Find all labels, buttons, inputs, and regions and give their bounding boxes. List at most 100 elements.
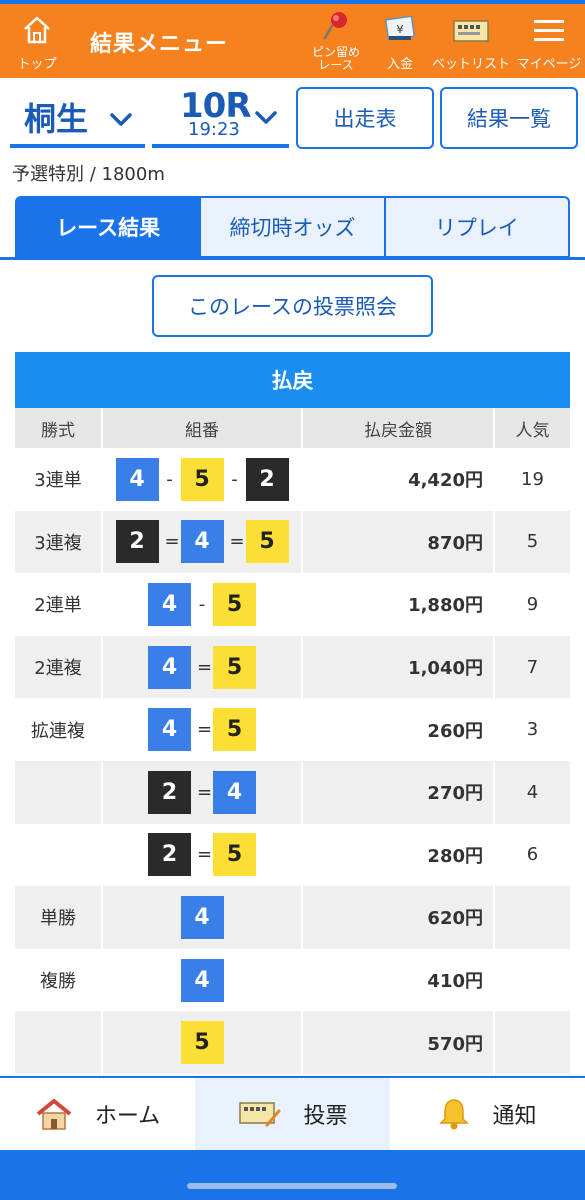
combination-separator: - [198,593,206,615]
boat-number-badge: 5 [213,708,256,752]
bet-type-cell: 2連単 [15,573,103,636]
combination-separator: = [197,719,213,741]
header-bet-type: 勝式 [15,408,103,448]
gesture-handle[interactable] [187,1183,397,1189]
vote-inquiry-button[interactable]: このレースの投票照会 [152,275,433,337]
popularity-cell [494,1011,570,1074]
header-popularity: 人気 [494,408,570,448]
popularity-cell: 4 [494,760,570,824]
combination-separator: = [197,781,213,803]
top-label: トップ [17,57,57,72]
nav-vote[interactable]: 投票 [195,1078,390,1150]
combination-numbers: 5 [103,1021,301,1065]
result-tabs: レース結果 締切時オッズ リプレイ [15,196,570,258]
tab-race-result[interactable]: レース結果 [15,196,202,258]
pin-race-button[interactable]: ピン留め レース [302,4,370,78]
bet-type-cell: 複勝 [15,948,103,1012]
combination-numbers: 2 = 5 [103,833,301,877]
payout-amount-cell: 410円 [302,948,495,1012]
payout-amount-cell: 280円 [302,823,495,887]
nav-notify[interactable]: 通知 [390,1078,585,1150]
pin-icon [323,12,347,40]
boat-number-badge: 4 [180,958,224,1002]
combination-cell: 4-5 [102,573,303,636]
payout-amount-cell: 1,040円 [302,635,495,699]
table-row: 2 = 4 270円 4 [15,760,570,824]
combination-numbers: 4 [103,958,301,1002]
home-icon [24,16,50,44]
boat-number-badge: 2 [148,833,191,877]
payout-title: 払戻 [15,352,570,408]
popularity-cell: 5 [494,510,570,574]
chevron-down-icon [110,113,132,126]
table-row: 2連複 4 = 5 1,040円 7 [15,635,570,699]
bet-list-icon [453,20,489,42]
table-row: 3連単 4-5-2 4,420円 19 [15,448,570,511]
combination-cell: 2 = 4 = 5 [102,510,303,574]
nav-notify-label: 通知 [492,1104,537,1129]
popularity-cell [494,886,570,949]
pin-label: ピン留め レース [311,45,360,72]
hamburger-menu-icon [534,20,564,41]
boat-number-badge: 5 [180,457,224,501]
popularity-cell: 19 [494,448,570,511]
payout-amount-cell: 870円 [302,510,495,574]
combination-numbers: 2 = 4 [103,770,301,814]
combination-cell: 4 = 5 [102,635,303,699]
combination-separator: = [229,531,245,553]
venue-name: 桐生 [24,100,89,138]
combination-separator: - [166,468,173,490]
home-icon [36,1099,72,1130]
boat-number-badge: 5 [213,582,256,626]
bet-type-cell: 2連複 [15,635,103,699]
combination-cell: 4 = 5 [102,698,303,761]
boat-number-badge: 5 [180,1021,224,1065]
page-title: 結果メニュー [90,32,229,57]
ticket-icon [239,1102,281,1127]
bet-type-cell: 単勝 [15,886,103,949]
popularity-cell: 3 [494,698,570,761]
payout-amount-cell: 270円 [302,760,495,824]
table-row: 単勝 4 620円 [15,886,570,949]
combination-separator: = [197,844,213,866]
payout-amount-cell: 4,420円 [302,448,495,511]
popularity-cell: 6 [494,823,570,887]
svg-text:¥: ¥ [397,23,404,36]
race-info: 予選特別 / 1800m [12,164,165,185]
nav-home-label: ホーム [94,1104,161,1129]
app-header: トップ 結果メニュー ピン留め レース ¥ 入金 ベットリスト マイページ [0,4,585,78]
bet-type-cell [15,760,103,824]
boat-number-badge: 2 [245,457,289,501]
venue-selector[interactable]: 桐生 [10,92,145,148]
results-list-button[interactable]: 結果一覧 [440,87,578,149]
combination-numbers: 4 [103,895,301,939]
nav-vote-label: 投票 [303,1104,348,1129]
header-payout-amount: 払戻金額 [302,408,495,448]
nav-home[interactable]: ホーム [0,1078,195,1150]
top-button[interactable]: トップ [6,4,68,78]
payout-table: 勝式 組番 払戻金額 人気 3連単 4-5-2 4,420円 19 3連複 2 = 4 = 5 87… [15,408,570,1074]
payout-amount-cell: 1,880円 [302,573,495,636]
boat-number-badge: 2 [115,520,159,564]
race-time: 19:23 [188,119,240,140]
combination-cell: 5 [102,1011,303,1074]
combination-cell: 4 [102,948,303,1012]
tab-replay[interactable]: リプレイ [385,196,570,258]
bet-type-cell: 拡連複 [15,698,103,761]
boat-number-badge: 4 [115,457,159,501]
entries-button[interactable]: 出走表 [296,87,434,149]
payout-rows: 3連単 4-5-2 4,420円 19 3連複 2 = 4 = 5 870円 5 2連単 4-5 1,880… [15,448,570,1074]
boat-number-badge: 4 [148,708,191,752]
mypage-button[interactable]: マイページ [514,4,584,78]
deposit-button[interactable]: ¥ 入金 [372,4,428,78]
boat-number-badge: 4 [148,645,191,689]
tab-closing-odds[interactable]: 締切時オッズ [201,196,386,258]
combination-separator: = [164,531,180,553]
table-row: 2連単 4-5 1,880円 9 [15,573,570,636]
combination-numbers: 4-5 [103,582,301,626]
race-selector[interactable]: 10R 19:23 [152,86,289,148]
boat-number-badge: 2 [148,770,191,814]
popularity-cell: 7 [494,635,570,699]
bet-list-button[interactable]: ベットリスト [432,4,510,78]
header-combination: 組番 [102,408,303,448]
